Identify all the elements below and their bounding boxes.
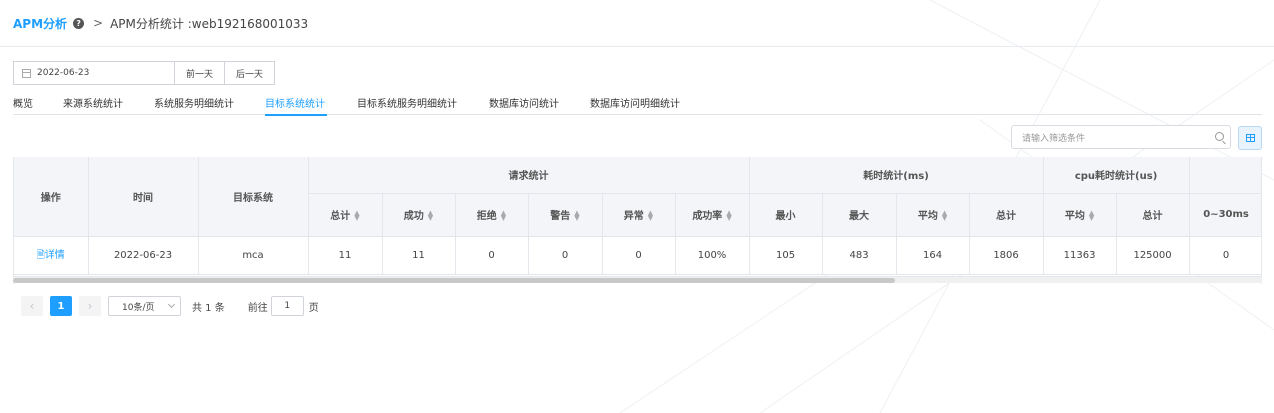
col-time: 时间 xyxy=(88,157,199,237)
goto-suffix: 页 xyxy=(308,302,319,314)
tab-target-system[interactable]: 目标系统统计 xyxy=(265,92,327,116)
cell-time: 2022-06-23 xyxy=(88,236,199,275)
group-cpu: cpu耗时统计(us) xyxy=(1043,157,1190,194)
pagination: ‹ 1 › 10条/页 共 1 条 前往 1 页 xyxy=(21,296,319,316)
tab-source-system[interactable]: 来源系统统计 xyxy=(63,92,154,115)
cell-min: 105 xyxy=(749,236,823,275)
cell-range-0-30: 0 xyxy=(1189,236,1261,275)
col-cpu-total: 总计 xyxy=(1116,193,1190,237)
col-avg[interactable]: 平均 ▲ ▼ xyxy=(896,193,970,237)
sort-icon[interactable]: ▲ ▼ xyxy=(354,210,359,222)
col-cpu-avg[interactable]: 平均 ▲ ▼ xyxy=(1043,193,1117,237)
filter-placeholder: 请输入筛选条件 xyxy=(1022,133,1086,144)
sort-icon[interactable]: ▲ ▼ xyxy=(428,210,433,222)
cell-max: 483 xyxy=(822,236,897,275)
cell-reject: 0 xyxy=(455,236,529,275)
col-op: 操作 xyxy=(14,157,89,237)
cell-total: 11 xyxy=(308,236,383,275)
grid-view-button[interactable] xyxy=(1238,126,1262,150)
tab-bar: 概览 来源系统统计 系统服务明细统计 目标系统统计 目标系统服务明细统计 数据库… xyxy=(13,92,1262,116)
cell-avg: 164 xyxy=(896,236,970,275)
goto-prefix: 前往 xyxy=(247,302,268,314)
date-bar: 2022-06-23 前一天 后一天 xyxy=(13,61,275,85)
cell-op: 🗎详情 xyxy=(14,236,89,275)
tab-overview[interactable]: 概览 xyxy=(13,92,63,115)
filter-input[interactable]: 请输入筛选条件 xyxy=(1011,125,1231,149)
cell-warn: 0 xyxy=(528,236,603,275)
total-count: 共 1 条 xyxy=(192,302,225,314)
breadcrumb-current: APM分析统计 :web192168001033 xyxy=(110,16,309,31)
breadcrumb-root[interactable]: APM分析 xyxy=(13,15,67,32)
search-icon[interactable] xyxy=(1215,132,1224,141)
col-total[interactable]: 总计 ▲ ▼ xyxy=(308,193,383,237)
col-reject[interactable]: 拒绝 ▲ ▼ xyxy=(455,193,529,237)
group-requests: 请求统计 xyxy=(308,157,750,194)
col-cost-total: 总计 xyxy=(969,193,1044,237)
sort-icon[interactable]: ▲ ▼ xyxy=(726,210,731,222)
col-min: 最小 xyxy=(749,193,823,237)
sort-icon[interactable]: ▲ ▼ xyxy=(1089,210,1094,222)
page-number-current[interactable]: 1 xyxy=(50,296,72,316)
group-cost: 耗时统计(ms) xyxy=(749,157,1044,194)
col-success-rate[interactable]: 成功率 ▲ ▼ xyxy=(675,193,750,237)
col-target: 目标系统 xyxy=(198,157,309,237)
detail-link[interactable]: 🗎详情 xyxy=(37,250,65,261)
tab-target-service-detail[interactable]: 目标系统服务明细统计 xyxy=(357,92,489,115)
prev-day-button[interactable]: 前一天 xyxy=(175,61,225,85)
chevron-down-icon xyxy=(167,300,176,309)
date-picker[interactable]: 2022-06-23 xyxy=(13,61,175,85)
sort-icon[interactable]: ▲ ▼ xyxy=(648,210,653,222)
col-warn[interactable]: 警告 ▲ ▼ xyxy=(528,193,603,237)
group-range-empty xyxy=(1189,157,1261,194)
page-header: APM分析 ? > APM分析统计 :web192168001033 xyxy=(0,0,1274,47)
sort-icon[interactable]: ▲ ▼ xyxy=(501,210,506,222)
horizontal-scrollbar[interactable] xyxy=(13,276,1262,283)
calendar-icon xyxy=(22,68,31,78)
next-page-button[interactable]: › xyxy=(79,296,101,316)
date-value: 2022-06-23 xyxy=(37,68,90,78)
tab-db-access[interactable]: 数据库访问统计 xyxy=(489,92,590,115)
prev-page-button[interactable]: ‹ xyxy=(21,296,43,316)
cell-cpu-avg: 11363 xyxy=(1043,236,1117,275)
cell-target: mca xyxy=(198,236,309,275)
page-size-value: 10条/页 xyxy=(122,302,155,313)
page-size-select[interactable]: 10条/页 xyxy=(108,296,181,316)
col-error[interactable]: 异常 ▲ ▼ xyxy=(602,193,676,237)
sort-icon[interactable]: ▲ ▼ xyxy=(942,210,947,222)
cell-success-rate: 100% xyxy=(675,236,750,275)
cell-error: 0 xyxy=(602,236,676,275)
goto-page-input[interactable]: 1 xyxy=(270,296,304,316)
cell-success: 11 xyxy=(382,236,456,275)
stats-table: 操作 时间 目标系统 请求统计 耗时统计(ms) cpu耗时统计(us) 总计 ▲… xyxy=(13,157,1262,284)
col-max: 最大 xyxy=(822,193,897,237)
cell-cost-total: 1806 xyxy=(969,236,1044,275)
grid-icon xyxy=(1245,134,1255,142)
col-range-0-30: 0~30ms xyxy=(1189,193,1261,237)
col-success[interactable]: 成功 ▲ ▼ xyxy=(382,193,456,237)
next-day-button[interactable]: 后一天 xyxy=(225,61,275,85)
sort-icon[interactable]: ▲ ▼ xyxy=(574,210,579,222)
tab-system-service-detail[interactable]: 系统服务明细统计 xyxy=(154,92,265,115)
table-header-row-group: 操作 时间 目标系统 请求统计 耗时统计(ms) cpu耗时统计(us) xyxy=(14,157,1261,237)
breadcrumb-separator: > xyxy=(93,16,104,30)
cell-cpu-total: 125000 xyxy=(1116,236,1190,275)
table-row: 🗎详情 2022-06-23 mca 11 11 0 0 0 100% 105 … xyxy=(14,236,1261,275)
question-circle-icon[interactable]: ? xyxy=(73,17,85,29)
tab-db-access-detail[interactable]: 数据库访问明细统计 xyxy=(590,92,710,115)
scrollbar-thumb[interactable] xyxy=(13,278,895,283)
